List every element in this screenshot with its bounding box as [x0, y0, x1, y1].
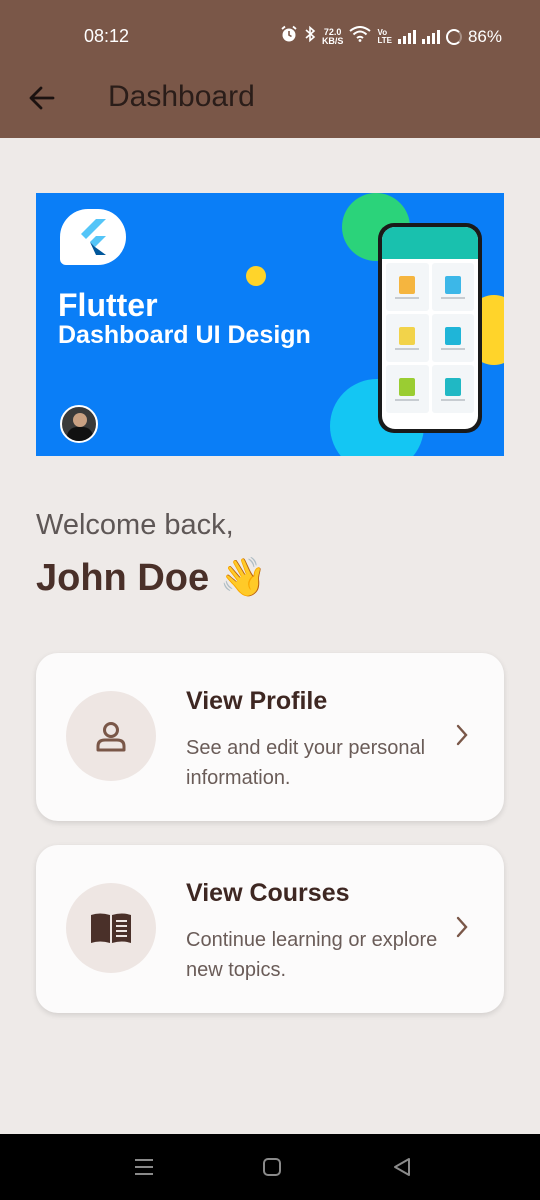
bluetooth-icon	[304, 25, 316, 48]
card-title: View Profile	[186, 687, 328, 715]
flutter-logo	[60, 209, 126, 265]
volte-badge: Vo LTE	[377, 28, 392, 45]
menu-button[interactable]	[129, 1152, 159, 1182]
card-icon-circle	[66, 883, 156, 973]
system-nav-bar	[0, 1134, 540, 1200]
banner-subtitle: Dashboard UI Design	[58, 321, 311, 349]
back-button[interactable]	[22, 78, 62, 118]
alarm-icon	[280, 25, 298, 48]
home-button[interactable]	[257, 1152, 287, 1182]
chevron-right-icon	[450, 723, 474, 747]
phone-mockup	[378, 223, 482, 433]
decor-dot-yellow	[246, 266, 266, 286]
back-triangle-icon	[394, 1158, 410, 1176]
banner-image: Flutter Dashboard UI Design	[36, 193, 504, 456]
user-name: John Doe 👋	[36, 557, 267, 599]
signal-icon-2	[421, 29, 440, 44]
banner-title: Flutter	[58, 287, 158, 323]
status-icons: 72.0 KB/S Vo LTE 86%	[280, 25, 502, 48]
welcome-text: Welcome back,	[36, 509, 234, 541]
card-icon-circle	[66, 691, 156, 781]
top-bar: 08:12 72.0 KB/S Vo LTE 86% Dashboard	[0, 0, 540, 138]
phone-screen	[382, 227, 478, 429]
avatar	[60, 405, 98, 443]
book-icon	[91, 913, 131, 943]
arrow-left-icon	[29, 86, 55, 110]
status-time: 08:12	[84, 26, 130, 46]
page-title: Dashboard	[108, 80, 255, 113]
flutter-logo-icon	[81, 219, 106, 255]
view-profile-card[interactable]: View Profile See and edit your personal …	[36, 653, 504, 821]
back-nav-button[interactable]	[387, 1152, 417, 1182]
battery-level: 86%	[467, 26, 502, 46]
card-title: View Courses	[186, 879, 350, 907]
card-description: Continue learning or explore new topics.	[186, 929, 438, 981]
status-bar: 08:12 72.0 KB/S Vo LTE 86%	[0, 0, 540, 72]
view-courses-card[interactable]: View Courses Continue learning or explor…	[36, 845, 504, 1013]
card-description: See and edit your personal information.	[186, 737, 426, 789]
app-bar: Dashboard	[0, 72, 540, 138]
net-speed: 72.0 KB/S	[321, 27, 344, 46]
home-square-icon	[263, 1158, 281, 1176]
battery-icon	[445, 28, 462, 45]
chevron-right-icon	[450, 915, 474, 939]
signal-icon	[397, 29, 416, 44]
wifi-icon	[349, 26, 372, 47]
net-speed-unit: KB/S	[321, 35, 344, 46]
menu-icon	[135, 1159, 153, 1175]
person-icon	[96, 722, 126, 752]
volte-bottom: LTE	[377, 35, 392, 45]
